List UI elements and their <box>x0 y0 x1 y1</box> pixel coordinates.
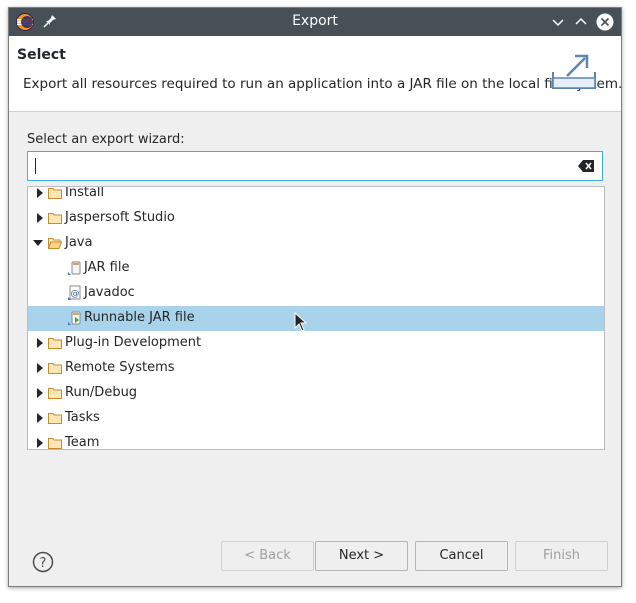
tree-item-label: Run/Debug <box>65 385 138 400</box>
cancel-button[interactable]: Cancel <box>415 541 508 571</box>
wizard-header: Select Export all resources required to … <box>9 36 623 112</box>
mouse-pointer-icon <box>294 312 308 332</box>
tree-item-label: Plug-in Development <box>65 335 202 350</box>
tree-item-label: Tasks <box>65 410 100 425</box>
tree-item-label: JAR file <box>84 260 130 275</box>
tree-item-label: Remote Systems <box>65 360 175 375</box>
text-caret <box>35 158 36 174</box>
folder-icon <box>48 213 62 224</box>
tree-item-label: Java <box>65 235 93 250</box>
page-title: Select <box>17 47 66 63</box>
page-description: Export all resources required to run an … <box>23 76 623 92</box>
filter-label: Select an export wizard: <box>27 132 185 147</box>
tree-item-runnable-jar-file[interactable]: Runnable JAR file <box>28 306 604 331</box>
tree-item-label: Javadoc <box>84 285 135 300</box>
expand-arrow-icon[interactable] <box>35 363 45 373</box>
folder-icon <box>48 388 62 399</box>
tree-item-run-debug[interactable]: Run/Debug <box>28 381 604 406</box>
tree-item-jaspersoft-studio[interactable]: Jaspersoft Studio <box>28 206 604 231</box>
next-button[interactable]: Next > <box>315 541 408 571</box>
collapse-arrow-icon[interactable] <box>33 238 43 248</box>
title-bar[interactable]: Export <box>9 8 621 36</box>
tree-item-javadoc[interactable]: @ Javadoc <box>28 281 604 306</box>
wizard-filter-input[interactable] <box>27 151 603 181</box>
open-folder-icon <box>48 238 62 249</box>
folder-icon <box>48 338 62 349</box>
tree-item-label: Runnable JAR file <box>84 310 195 325</box>
maximize-button[interactable] <box>572 13 590 31</box>
javadoc-icon: @ <box>68 285 81 300</box>
folder-icon <box>48 363 62 374</box>
folder-icon <box>48 413 62 424</box>
expand-arrow-icon[interactable] <box>35 338 45 348</box>
tree-item-label: Jaspersoft Studio <box>65 210 175 225</box>
tree-item-jar-file[interactable]: JAR file <box>28 256 604 281</box>
runnable-jar-icon <box>68 311 81 325</box>
expand-arrow-icon[interactable] <box>35 213 45 223</box>
clear-text-icon[interactable] <box>578 160 594 172</box>
tree-item-label: Install <box>65 186 105 200</box>
svg-text:@: @ <box>71 289 80 299</box>
window-title: Export <box>292 13 338 29</box>
finish-button[interactable]: Finish <box>515 541 608 571</box>
wizard-tree[interactable]: Install Jaspersoft Studio Java JAR file … <box>27 186 605 450</box>
export-dialog: Export Select Export all resources requi… <box>8 7 622 587</box>
tree-item-team[interactable]: Team <box>28 431 604 450</box>
expand-arrow-icon[interactable] <box>35 438 45 448</box>
tree-item-label: Team <box>65 435 100 450</box>
expand-arrow-icon[interactable] <box>35 388 45 398</box>
jar-file-icon <box>68 261 81 275</box>
tree-item-remote-systems[interactable]: Remote Systems <box>28 356 604 381</box>
close-button[interactable] <box>596 13 614 31</box>
expand-arrow-icon[interactable] <box>35 188 45 198</box>
minimize-button[interactable] <box>549 13 567 31</box>
tree-item-tasks[interactable]: Tasks <box>28 406 604 431</box>
expand-arrow-icon[interactable] <box>35 413 45 423</box>
help-icon[interactable]: ? <box>32 551 54 573</box>
export-wizard-icon <box>552 54 596 89</box>
tree-item-java[interactable]: Java <box>28 231 604 256</box>
folder-icon <box>48 188 62 199</box>
folder-icon <box>48 438 62 449</box>
tree-item-install[interactable]: Install <box>28 186 604 206</box>
svg-text:?: ? <box>40 556 47 571</box>
tree-item-plug-in-development[interactable]: Plug-in Development <box>28 331 604 356</box>
back-button[interactable]: < Back <box>221 541 314 571</box>
